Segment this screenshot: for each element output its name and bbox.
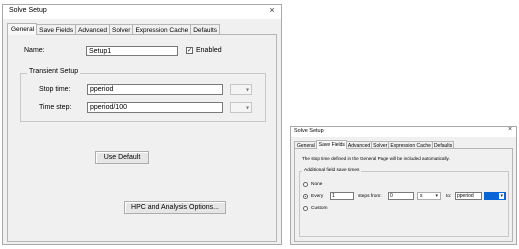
time-step-field[interactable]: pperiod/100 bbox=[87, 102, 223, 113]
to-field[interactable]: pperiod bbox=[455, 192, 482, 200]
dialog-title: Solve Setup bbox=[294, 128, 324, 134]
time-step-unit-select[interactable]: ▾ bbox=[230, 102, 252, 113]
custom-radio[interactable] bbox=[303, 206, 308, 211]
enabled-label: Enabled bbox=[196, 47, 222, 54]
to-label: to: bbox=[446, 194, 452, 199]
name-label: Name: bbox=[24, 47, 45, 54]
every-label: Every bbox=[311, 194, 324, 199]
general-tab-panel: Name: Setup1 ✓ Enabled Transient Setup S… bbox=[7, 34, 277, 242]
tab-general[interactable]: General bbox=[7, 23, 38, 35]
save-fields-tab-panel: The stop time defined in the General Pag… bbox=[294, 148, 513, 242]
name-field[interactable]: Setup1 bbox=[86, 46, 178, 56]
stop-time-label: Stop time: bbox=[39, 86, 71, 93]
from-unit-select[interactable]: s ▾ bbox=[417, 192, 441, 200]
chevron-down-icon: ▾ bbox=[245, 105, 249, 111]
title-bar: Solve Setup × bbox=[291, 126, 516, 137]
transient-setup-label: Transient Setup bbox=[27, 68, 81, 75]
tab-save-fields[interactable]: Save Fields bbox=[315, 140, 347, 149]
enabled-checkbox[interactable]: ✓ bbox=[186, 47, 193, 54]
dialog-title: Solve Setup bbox=[9, 7, 47, 14]
custom-label: Custom bbox=[311, 206, 328, 211]
every-radio[interactable] bbox=[303, 194, 308, 199]
time-step-label: Time step: bbox=[39, 104, 72, 111]
stop-time-field[interactable]: pperiod bbox=[87, 84, 223, 95]
from-field[interactable]: 0 bbox=[388, 192, 414, 200]
chevron-down-icon: ▾ bbox=[435, 193, 438, 199]
close-button[interactable]: × bbox=[506, 126, 514, 133]
info-text: The stop time defined in the General Pag… bbox=[302, 156, 450, 161]
to-unit-select[interactable]: ▾ bbox=[484, 192, 506, 200]
from-unit-value: s bbox=[420, 193, 423, 199]
use-default-button[interactable]: Use Default bbox=[95, 151, 149, 164]
none-label: None bbox=[311, 182, 323, 187]
solve-setup-dialog-save-fields: Solve Setup × General Save Fields Advanc… bbox=[290, 126, 517, 245]
chevron-down-icon: ▾ bbox=[245, 87, 249, 93]
chevron-down-icon: ▾ bbox=[499, 193, 504, 199]
stop-time-unit-select[interactable]: ▾ bbox=[230, 84, 252, 95]
title-bar: Solve Setup × bbox=[3, 5, 281, 19]
transient-setup-group bbox=[20, 73, 266, 122]
solve-setup-dialog: Solve Setup × General Save Fields Advanc… bbox=[2, 4, 282, 245]
additional-save-times-label: Additional field save times bbox=[302, 168, 362, 173]
every-steps-field[interactable]: 1 bbox=[330, 192, 354, 200]
additional-save-times-group bbox=[299, 171, 509, 237]
close-button[interactable]: × bbox=[267, 5, 277, 15]
hpc-analysis-options-button[interactable]: HPC and Analysis Options... bbox=[124, 201, 226, 214]
none-radio[interactable] bbox=[303, 182, 308, 187]
steps-from-label: steps from: bbox=[358, 194, 382, 199]
